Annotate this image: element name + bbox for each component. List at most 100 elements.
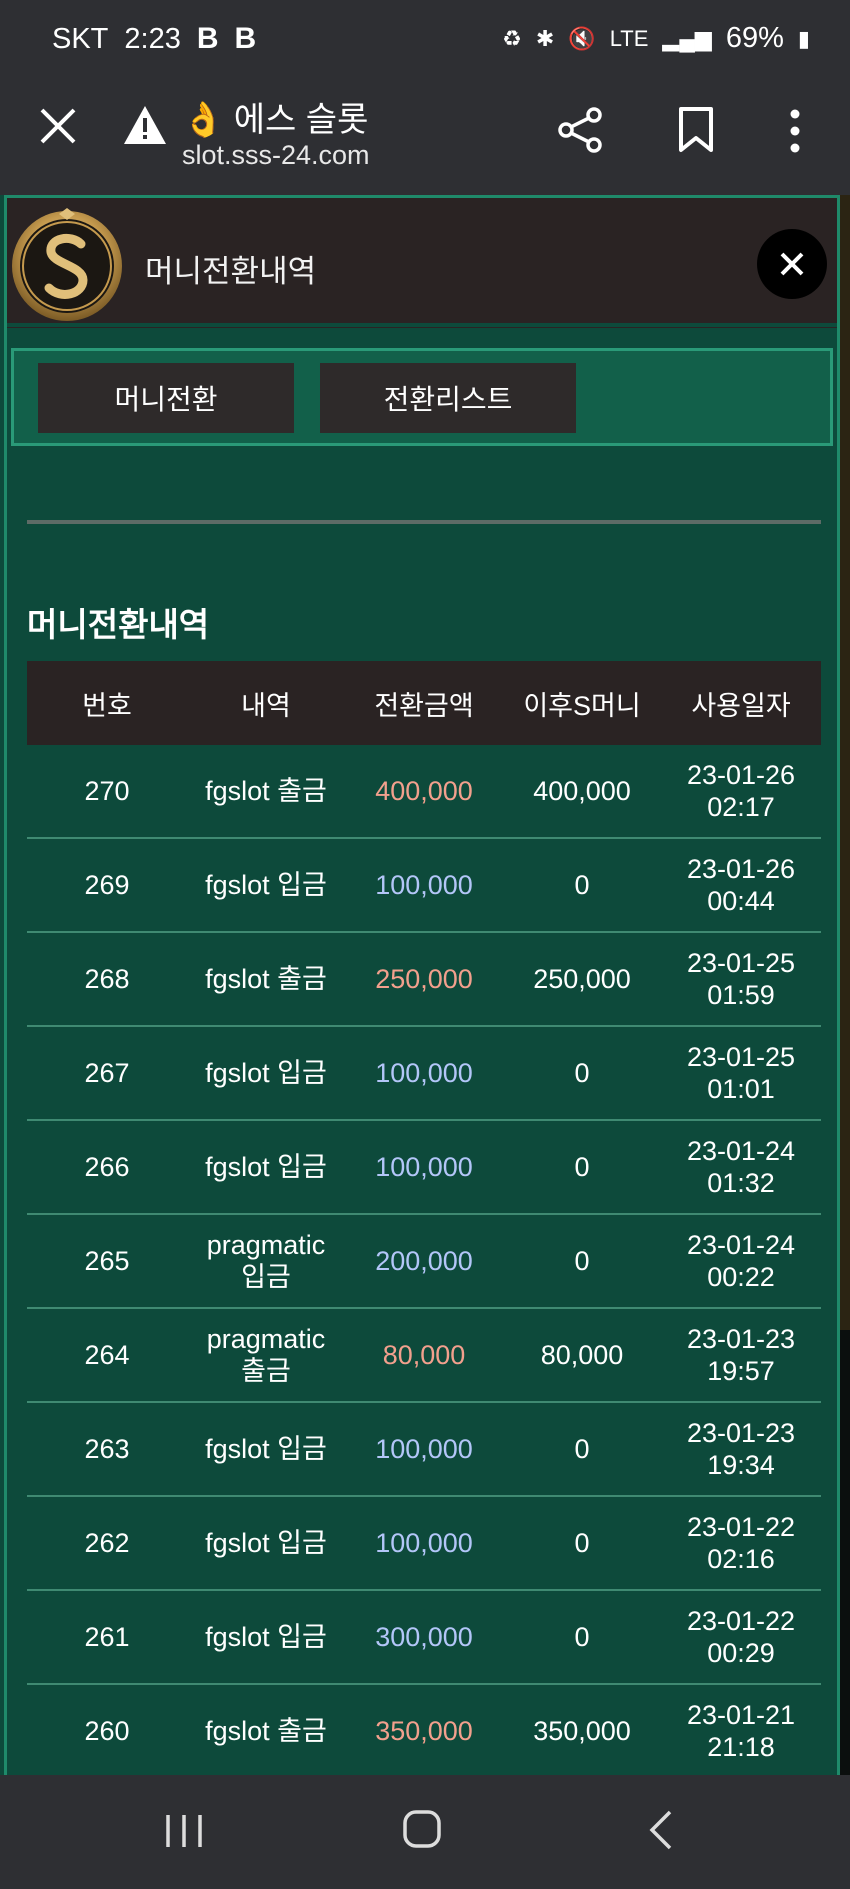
row-detail: fgslot 출금 [205,1716,327,1746]
row-detail: fgslot 출금 [205,964,327,994]
row-date-time: 01:32 [707,1168,775,1198]
row-detail: fgslot 출금 [205,776,327,806]
row-detail: pragmatic 입금 [206,1230,326,1292]
table-row: 267 fgslot 입금 100,000 0 23-01-25 01:01 [27,1027,821,1121]
row-balance-after: 0 [574,1057,590,1088]
url-label[interactable]: slot.sss-24.com [182,140,370,171]
back-icon[interactable] [648,1809,674,1851]
row-date-day: 23-01-22 [686,1512,796,1542]
row-amount: 100,000 [375,869,473,900]
row-date: 23-01-23 19:34 [661,1417,821,1481]
header-divider [7,323,837,327]
row-amount: 100,000 [375,1151,473,1182]
row-detail: fgslot 입금 [205,1528,327,1558]
page-title: 👌 에스 슬롯 [182,101,369,139]
app-badge-icon: B [196,22,219,55]
row-date-time: 01:01 [707,1074,775,1104]
row-amount: 200,000 [375,1245,473,1276]
row-date-day: 23-01-24 [686,1230,796,1260]
row-detail: fgslot 입금 [205,870,327,900]
table-row: 262 fgslot 입금 100,000 0 23-01-22 02:16 [27,1497,821,1591]
mute-icon: 🔇 [568,25,596,51]
row-date-time: 02:16 [707,1544,775,1574]
bluetooth-icon: ✱ [535,25,555,51]
row-amount: 100,000 [375,1527,473,1558]
row-date-day: 23-01-26 [686,760,796,790]
table-row: 263 fgslot 입금 100,000 0 23-01-23 19:34 [27,1403,821,1497]
row-balance-after: 0 [574,1527,590,1558]
row-date: 23-01-26 00:44 [661,853,821,917]
row-number: 263 [84,1433,130,1464]
row-date-day: 23-01-21 [686,1700,796,1730]
close-icon [780,252,804,276]
app-badge-icon: B [234,22,257,55]
row-date-time: 00:44 [707,886,775,916]
section-divider [27,520,821,524]
row-date-day: 23-01-23 [686,1324,796,1354]
row-number: 265 [84,1245,130,1276]
tab-exchange-list[interactable]: 전환리스트 [320,363,576,433]
home-icon[interactable] [402,1809,442,1849]
table-row: 264 pragmatic 출금 80,000 80,000 23-01-23 19:57 [27,1309,821,1403]
modal-close-button[interactable] [757,229,827,299]
row-amount: 100,000 [375,1057,473,1088]
bookmark-icon[interactable] [676,106,716,154]
row-balance-after: 0 [574,1245,590,1276]
row-balance-after: 0 [574,869,590,900]
warning-icon[interactable] [122,104,168,146]
tab-strip: 머니전환 전환리스트 [11,348,833,446]
row-number: 262 [84,1527,130,1558]
row-date: 23-01-22 02:16 [661,1511,821,1575]
row-date: 23-01-24 01:32 [661,1135,821,1199]
row-date-time: 19:34 [707,1450,775,1480]
tab-money-exchange[interactable]: 머니전환 [38,363,294,433]
column-header-detail: 내역 [241,690,291,721]
row-date: 23-01-25 01:01 [661,1041,821,1105]
row-date-time: 00:29 [707,1638,775,1668]
more-menu-icon[interactable] [780,108,810,154]
column-header-number: 번호 [82,690,132,721]
row-date: 23-01-22 00:29 [661,1605,821,1669]
row-amount: 100,000 [375,1433,473,1464]
share-icon[interactable] [556,106,604,154]
row-detail: fgslot 입금 [205,1152,327,1182]
row-date-day: 23-01-25 [686,948,796,978]
row-detail: fgslot 입금 [205,1622,327,1652]
row-number: 261 [84,1621,130,1652]
column-header-amount: 전환금액 [374,690,474,721]
battery-icon: ▮ [797,25,810,51]
recent-apps-icon[interactable] [162,1811,206,1851]
row-date-time: 00:22 [707,1262,775,1292]
row-number: 266 [84,1151,130,1182]
row-balance-after: 400,000 [533,775,631,806]
row-detail: fgslot 입금 [205,1058,327,1088]
system-nav-bar [0,1775,850,1889]
modal-title: 머니전환내역 [145,254,317,289]
signal-icon: ▂▄▆ [662,25,712,51]
table-row: 270 fgslot 출금 400,000 400,000 23-01-26 02:17 [27,745,821,839]
history-table: 번호 내역 전환금액 이후S머니 사용일자 270 fgslot 출금 400,00… [27,661,821,1775]
row-date-time: 01:59 [707,980,775,1010]
section-title: 머니전환내역 [27,606,210,643]
row-amount: 300,000 [375,1621,473,1652]
table-body: 270 fgslot 출금 400,000 400,000 23-01-26 02:17 2… [27,745,821,1775]
row-date-time: 21:18 [707,1732,775,1762]
row-detail: fgslot 입금 [205,1434,327,1464]
row-date-time: 02:17 [707,792,775,822]
row-detail: pragmatic 출금 [206,1324,326,1386]
row-date: 23-01-23 19:57 [661,1323,821,1387]
site-logo [12,208,122,321]
page-content: 머니전환내역 머니전환 전환리스트 머니전환내역 번호 내역 전환금액 이후S머… [0,195,850,1775]
row-amount: 350,000 [375,1715,473,1746]
table-header: 번호 내역 전환금액 이후S머니 사용일자 [27,661,821,745]
close-tab-icon[interactable] [36,104,80,148]
carrier-label: SKT [52,22,109,55]
clock: 2:23 [124,22,181,55]
row-number: 270 [84,775,130,806]
row-amount: 400,000 [375,775,473,806]
lte-label: LTE [609,25,649,51]
row-number: 264 [84,1339,130,1370]
row-date-time: 19:57 [707,1356,775,1386]
row-amount: 250,000 [375,963,473,994]
page-edge [840,195,850,1330]
